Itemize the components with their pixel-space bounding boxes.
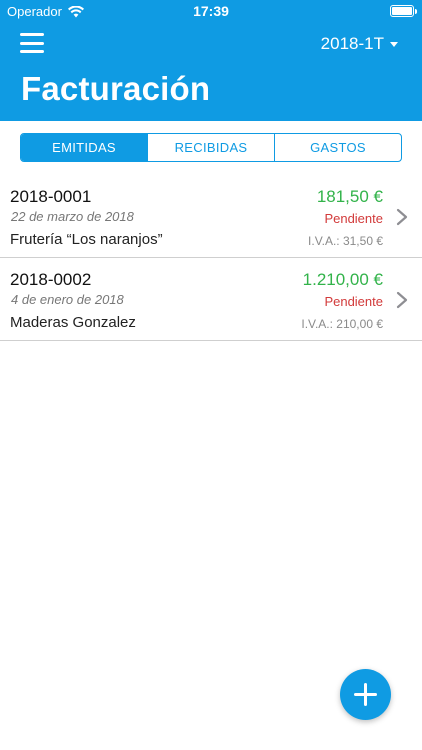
battery-icon [390, 5, 417, 17]
app-header: Operador 17:39 2018-1T Facturación [0, 0, 422, 121]
tab-emitidas[interactable]: EMITIDAS [21, 134, 147, 161]
chevron-right-icon [396, 291, 408, 309]
invoice-amount: 181,50 € [316, 187, 383, 206]
invoice-date: 22 de marzo de 2018 [11, 209, 134, 224]
period-label: 2018-1T [320, 34, 384, 53]
hamburger-menu-icon[interactable] [20, 33, 44, 53]
invoice-client: Frutería “Los naranjos” [10, 231, 163, 248]
invoice-row[interactable]: 2018-0002 4 de enero de 2018 Maderas Gon… [0, 258, 422, 341]
invoice-number: 2018-0002 [10, 270, 92, 289]
menu-line [20, 33, 44, 36]
menu-line [20, 50, 44, 53]
invoice-list: 2018-0001 22 de marzo de 2018 Frutería “… [0, 175, 422, 341]
caret-down-icon [390, 41, 398, 47]
chevron-right-icon [396, 208, 408, 226]
invoice-type-tabs: EMITIDAS RECIBIDAS GASTOS [20, 133, 402, 162]
battery-fill [392, 7, 412, 15]
menu-line [20, 41, 44, 45]
invoice-client: Maderas Gonzalez [10, 314, 136, 331]
page-title: Facturación [21, 70, 211, 107]
add-invoice-button[interactable] [340, 669, 391, 720]
status-bar: Operador 17:39 [0, 0, 422, 22]
tab-gastos[interactable]: GASTOS [274, 134, 401, 161]
invoice-number: 2018-0001 [10, 187, 92, 206]
invoice-vat: I.V.A.: 31,50 € [308, 234, 383, 248]
period-selector[interactable]: 2018-1T [321, 34, 398, 54]
status-time: 17:39 [193, 3, 229, 19]
invoice-amount: 1.210,00 € [302, 270, 383, 289]
invoice-status: Pendiente [324, 294, 383, 309]
tab-recibidas[interactable]: RECIBIDAS [147, 134, 274, 161]
invoice-row[interactable]: 2018-0001 22 de marzo de 2018 Frutería “… [0, 175, 422, 258]
invoice-status: Pendiente [324, 211, 383, 226]
invoice-vat: I.V.A.: 210,00 € [301, 317, 383, 331]
invoice-date: 4 de enero de 2018 [11, 292, 124, 307]
